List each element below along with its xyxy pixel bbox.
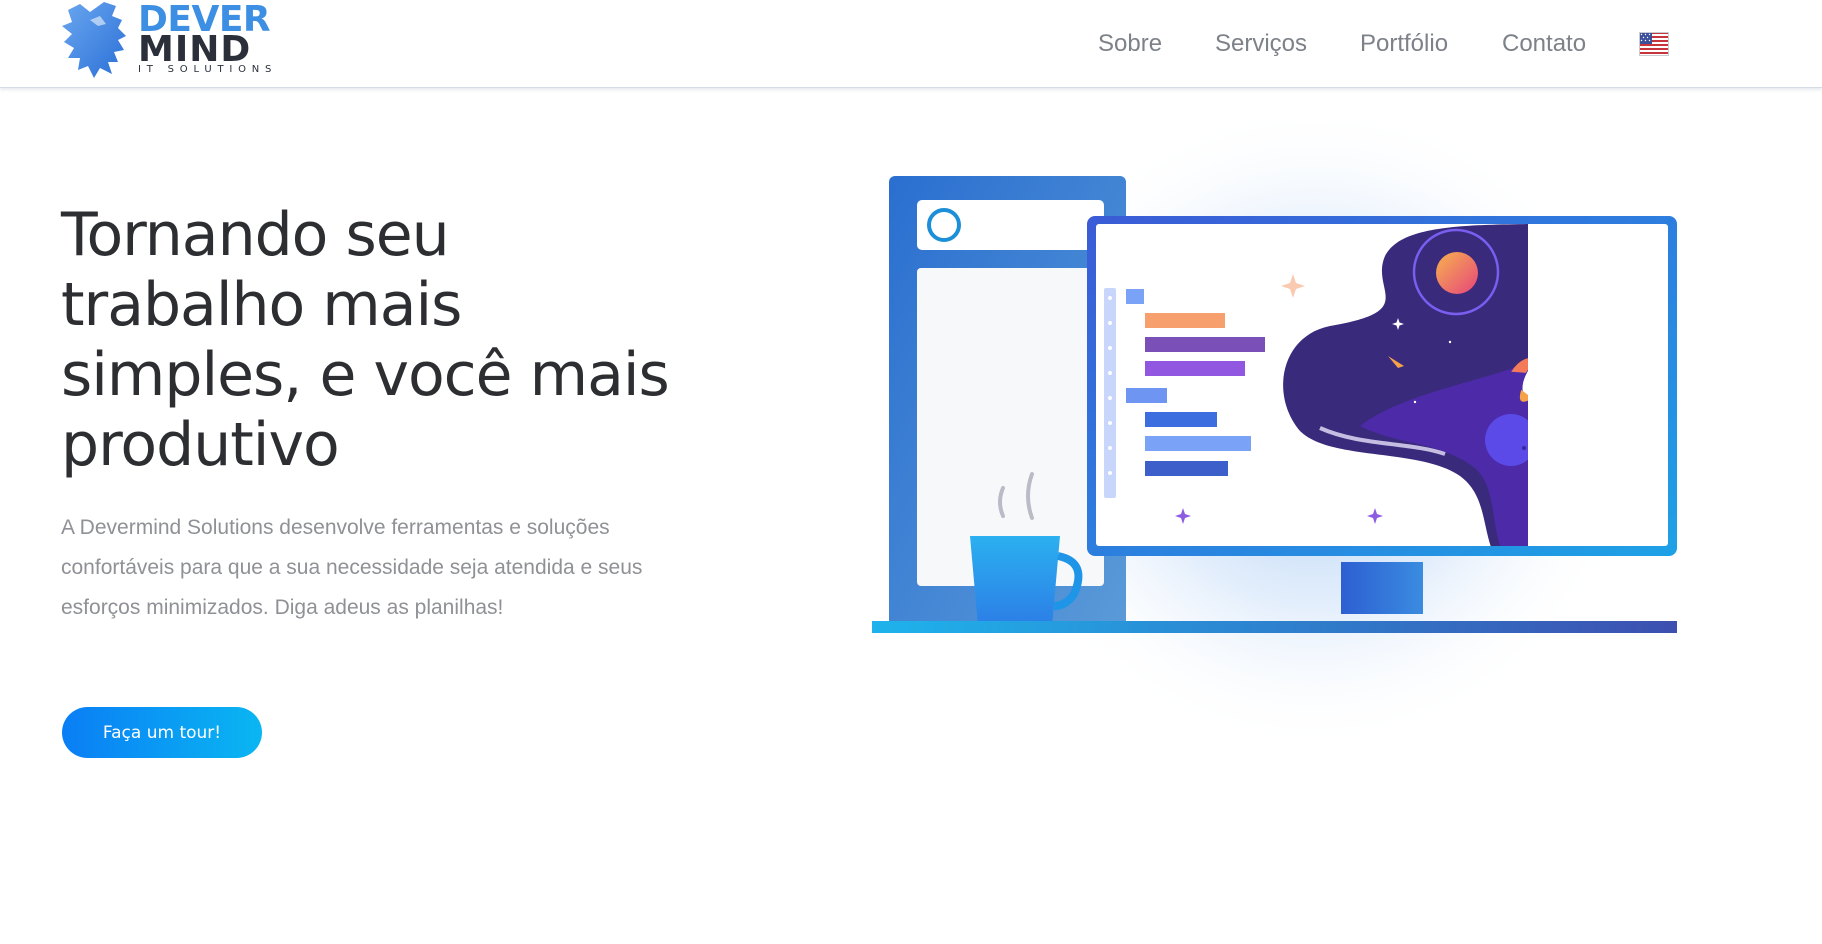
us-flag-icon[interactable] [1639, 32, 1669, 56]
top-navbar: DEVER MIND IT SOLUTIONS Sobre Serviços P… [0, 0, 1822, 88]
hero-title: Tornando seu trabalho mais simples, e vo… [61, 200, 670, 480]
tour-button[interactable]: Faça um tour! [62, 707, 262, 758]
nav-link-portfolio[interactable]: Portfólio [1360, 28, 1448, 60]
nav-link-contato[interactable]: Contato [1502, 28, 1586, 60]
hero-description: A Devermind Solutions desenvolve ferrame… [61, 516, 643, 619]
wolf-logo-icon [62, 2, 126, 78]
logo-text-mind: MIND [138, 29, 252, 70]
brand-logo[interactable]: DEVER MIND IT SOLUTIONS [60, 0, 271, 80]
desktop-workspace-illustration [872, 101, 1677, 751]
nav-link-servicos[interactable]: Serviços [1215, 28, 1307, 60]
nav-link-sobre[interactable]: Sobre [1098, 28, 1162, 60]
logo-tagline: IT SOLUTIONS [138, 64, 278, 75]
